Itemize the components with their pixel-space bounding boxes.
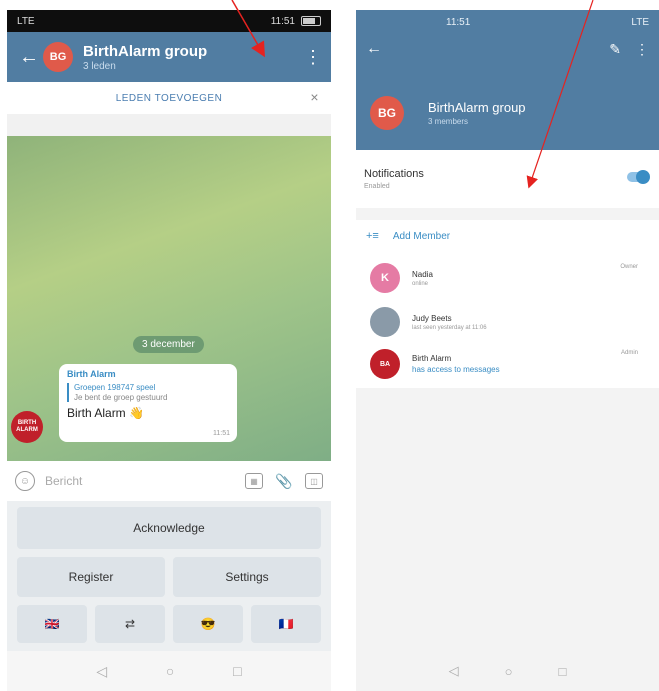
bot-avatar[interactable]: BIRTH ALARM	[11, 411, 43, 443]
group-title: BirthAlarm group	[428, 100, 526, 115]
add-member-label: Add Member	[392, 230, 451, 242]
status-right: LTE	[631, 16, 649, 28]
add-members-label: LEDEN TOEVOEGEN	[115, 92, 223, 104]
message-composer: ☺ Bericht ▦ 📎 ◫	[7, 461, 331, 501]
battery-icon	[301, 16, 321, 26]
nav-recents-icon[interactable]: □	[233, 663, 241, 679]
members-list: +≡ Add Member K Nadia online Owner Judy …	[356, 220, 659, 388]
nav-home-icon[interactable]: ○	[166, 663, 174, 679]
member-role: Owner	[620, 264, 638, 270]
system-nav-bar: ◁ ○ □	[7, 651, 331, 691]
member-row[interactable]: K Nadia online Owner	[370, 258, 650, 298]
member-avatar	[370, 307, 400, 337]
status-time: 11:51	[446, 16, 471, 28]
quote-text: Je bent de groep gestuurd	[74, 393, 168, 402]
member-status: last seen yesterday at 11:06	[412, 324, 487, 331]
back-arrow-icon[interactable]: ←	[15, 43, 43, 71]
nav-back-icon[interactable]: ◁	[449, 663, 459, 679]
camera-icon[interactable]: ◫	[305, 473, 323, 489]
nav-recents-icon[interactable]: □	[559, 664, 567, 679]
swap-button[interactable]: ⇄	[95, 605, 165, 643]
member-avatar: BA	[370, 349, 400, 379]
nav-back-icon[interactable]: ◁	[96, 663, 107, 680]
message-text: Birth Alarm 👋	[67, 406, 144, 420]
group-title: BirthAlarm group	[83, 42, 208, 60]
member-status: has access to messages	[412, 365, 500, 374]
member-role: Admin	[620, 350, 638, 356]
close-icon[interactable]: ×	[310, 89, 319, 105]
quote-title: Groepen 198747 speel	[74, 383, 156, 392]
message-sender: Birth Alarm	[67, 369, 116, 379]
group-member-count: 3 leden	[83, 60, 116, 72]
chat-app-bar: ← BG BirthAlarm group 3 leden ⋮	[7, 32, 331, 82]
message-input[interactable]: Bericht	[45, 474, 233, 488]
member-avatar: K	[370, 263, 400, 293]
add-members-bar[interactable]: LEDEN TOEVOEGEN ×	[7, 82, 331, 114]
group-profile: BG BirthAlarm group 3 members	[370, 96, 526, 130]
bot-keyboard: Acknowledge Register Settings 🇬🇧 ⇄ 😎 🇫🇷	[7, 501, 331, 651]
add-member-icon: +≡	[366, 230, 379, 242]
group-info-header: 11:51 LTE ← ✎ ⋮ BG BirthAlarm group 3 me…	[356, 10, 659, 150]
notifications-row[interactable]: Notifications Enabled	[356, 150, 659, 208]
attach-icon[interactable]: 📎	[275, 472, 293, 490]
member-name: Nadia	[412, 269, 433, 279]
status-bar: LTE 11:51	[7, 10, 331, 32]
add-member-button[interactable]: +≡ Add Member	[366, 230, 450, 242]
flag-uk-button[interactable]: 🇬🇧	[17, 605, 87, 643]
status-time: 11:51	[270, 15, 295, 27]
register-button[interactable]: Register	[17, 557, 165, 597]
edit-icon[interactable]: ✎	[609, 41, 621, 58]
group-member-count: 3 members	[428, 117, 469, 126]
notifications-toggle[interactable]	[627, 170, 650, 184]
chat-screen: LTE 11:51 ← BG BirthAlarm group 3 leden …	[7, 10, 331, 691]
acknowledge-button[interactable]: Acknowledge	[17, 507, 321, 549]
more-options-icon[interactable]: ⋮	[303, 47, 323, 68]
message-bubble[interactable]: Birth Alarm Groepen 198747 speel Je bent…	[59, 364, 237, 442]
notifications-label: Notifications	[364, 168, 424, 180]
chat-area: 3 december Birth Alarm Groepen 198747 sp…	[7, 136, 331, 461]
emoji-icon[interactable]: ☺	[15, 471, 35, 491]
date-separator: 3 december	[133, 336, 204, 353]
status-bar: 11:51 LTE	[356, 10, 659, 34]
info-toolbar: ← ✎ ⋮	[356, 34, 659, 64]
group-avatar[interactable]: BG	[370, 96, 404, 130]
member-row[interactable]: BA Birth Alarm has access to messages Ad…	[370, 344, 650, 384]
more-options-icon[interactable]: ⋮	[635, 41, 649, 58]
flag-fr-button[interactable]: 🇫🇷	[251, 605, 321, 643]
back-arrow-icon[interactable]: ←	[366, 40, 382, 58]
settings-button[interactable]: Settings	[173, 557, 321, 597]
member-name: Birth Alarm	[412, 354, 452, 363]
system-nav-bar: ◁ ○ □	[356, 651, 659, 691]
group-avatar[interactable]: BG	[43, 42, 73, 72]
member-status: online	[412, 280, 429, 287]
quoted-message[interactable]: Groepen 198747 speel Je bent de groep ge…	[67, 383, 229, 402]
bot-keyboard-icon[interactable]: ▦	[245, 473, 263, 489]
nav-home-icon[interactable]: ○	[505, 664, 513, 679]
chat-title-area[interactable]: BirthAlarm group 3 leden	[83, 43, 303, 72]
notifications-status: Enabled	[364, 183, 390, 190]
member-row[interactable]: Judy Beets last seen yesterday at 11:06	[370, 302, 650, 342]
emoji-button[interactable]: 😎	[173, 605, 243, 643]
member-name: Judy Beets	[412, 313, 452, 323]
group-info-screen: 11:51 LTE ← ✎ ⋮ BG BirthAlarm group 3 me…	[356, 10, 659, 691]
message-time: 11:51	[213, 430, 230, 437]
status-left: LTE	[17, 15, 35, 27]
